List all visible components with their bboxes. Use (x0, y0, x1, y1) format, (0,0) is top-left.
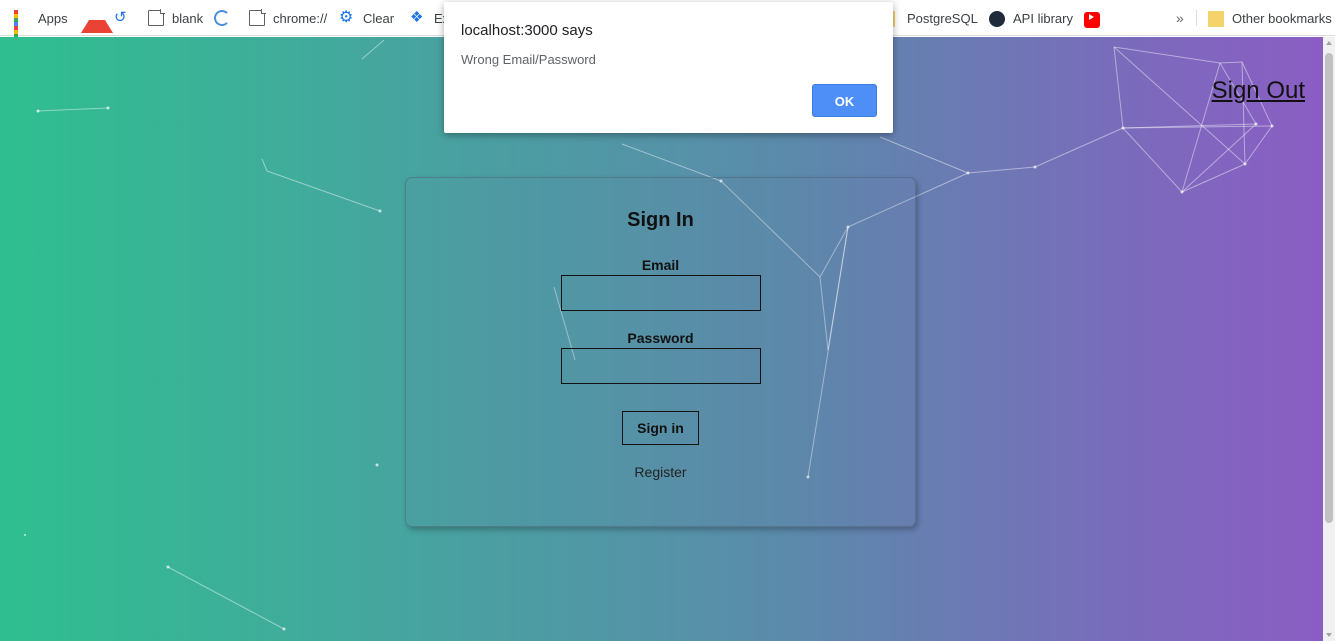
password-field[interactable] (561, 348, 761, 384)
email-label: Email (641, 257, 680, 273)
sign-in-card: Sign In Email Password Sign in Register (405, 177, 916, 527)
bookmark-label: chrome:// (273, 10, 328, 26)
password-label: Password (627, 330, 694, 346)
register-link[interactable]: Register (406, 464, 915, 480)
sign-in-title: Sign In (627, 209, 694, 231)
dialog-title: localhost:3000 says (461, 22, 593, 39)
bookmark-youtube[interactable] (1084, 0, 1108, 36)
drive-icon (81, 4, 113, 33)
bookmark-clear[interactable]: ⚙ Clear (339, 0, 394, 36)
bookmark-label: blank (172, 10, 204, 26)
bookmark-postgresql[interactable]: PostgreSQL (889, 0, 978, 36)
bookmark-label: PostgreSQL (907, 10, 978, 26)
bookmark-label: Other bookmarks (1232, 10, 1332, 26)
sign-in-button[interactable]: Sign in (622, 411, 699, 445)
bookmark-swirl[interactable] (214, 0, 238, 36)
alert-dialog: localhost:3000 says Wrong Email/Password… (444, 2, 893, 133)
api-library-icon (989, 10, 1005, 27)
bookmark-other[interactable]: Other bookmarks (1208, 0, 1332, 36)
scroll-thumb[interactable] (1325, 53, 1333, 523)
bookmark-label: API library (1013, 10, 1073, 26)
bookmark-label: Clear (363, 10, 395, 26)
page-icon (148, 9, 165, 26)
ok-button[interactable]: OK (812, 84, 877, 117)
folder-icon (1208, 11, 1224, 27)
bookmark-blank[interactable]: blank (148, 0, 203, 36)
puzzle-icon: ❖ (410, 9, 424, 26)
bookmark-label: Apps (38, 10, 68, 26)
dialog-message: Wrong Email/Password (461, 52, 596, 67)
email-field[interactable] (561, 275, 761, 311)
bookmark-apps[interactable]: Apps (14, 0, 68, 46)
vertical-scrollbar[interactable] (1323, 37, 1335, 641)
gear-icon: ⚙ (339, 9, 354, 26)
bookmark-api-library[interactable]: API library (989, 0, 1073, 36)
page-icon (249, 9, 266, 26)
apps-grid-icon (14, 10, 30, 46)
youtube-icon (1084, 11, 1100, 28)
history-icon: ↺ (114, 9, 127, 26)
swirl-icon (214, 10, 230, 26)
bookmark-history[interactable]: ↺ (114, 0, 138, 36)
sign-out-link[interactable]: Sign Out (1212, 77, 1305, 105)
scroll-down-arrow-icon[interactable] (1326, 633, 1332, 637)
divider (1196, 10, 1197, 26)
bookmark-chrome[interactable]: chrome:// (249, 0, 327, 36)
scroll-up-arrow-icon[interactable] (1326, 41, 1332, 45)
more-bookmarks-chevron-icon[interactable]: » (1176, 0, 1184, 36)
